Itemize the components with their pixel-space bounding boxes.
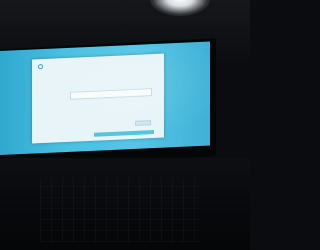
next-button[interactable] — [135, 120, 151, 126]
monitor-screen — [0, 41, 210, 155]
window-header — [38, 64, 45, 70]
setup-window — [32, 53, 164, 144]
instruction-text — [70, 84, 152, 88]
text-input-field[interactable] — [70, 88, 152, 100]
keyboard — [40, 178, 200, 242]
app-logo-icon — [38, 64, 43, 70]
footer-bar — [94, 130, 154, 137]
